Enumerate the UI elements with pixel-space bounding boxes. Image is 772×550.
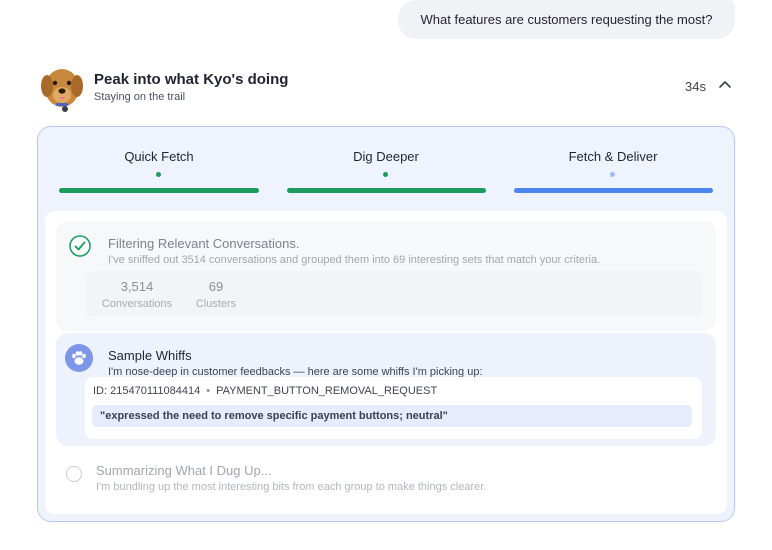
task-title: Summarizing What I Dug Up... [96,463,272,478]
user-message-bubble: What features are customers requesting t… [398,0,735,39]
task-card-sample-whiffs: Sample Whiffs I'm nose-deep in customer … [56,333,716,446]
step-indicator-dot [156,172,161,177]
task-title: Filtering Relevant Conversations. [108,236,300,251]
task-description: I've sniffed out 3514 conversations and … [108,254,601,266]
sample-tag: PAYMENT_BUTTON_REMOVAL_REQUEST [216,385,438,397]
stat-value: 3,514 [120,279,154,294]
task-card-filtering: Filtering Relevant Conversations. I've s… [56,221,716,331]
task-title: Sample Whiffs [108,348,192,363]
step-indicator-dot [383,172,388,177]
meta-separator: • [206,385,211,397]
stats-box: 3,514 Conversations 69 Clusters [85,271,702,317]
task-description: I'm bundling up the most interesting bit… [96,481,487,493]
progress-panel: Quick Fetch Dig Deeper Fetch & Deliver F… [37,126,735,522]
sample-feedback-item[interactable]: ID: 215470111084414 • PAYMENT_BUTTON_REMOV… [85,377,702,439]
dog-avatar-icon [40,64,84,112]
check-circle-icon [69,235,91,257]
agent-subtitle: Staying on the trail [94,91,186,103]
sample-id: ID: 215470111084414 [93,385,201,397]
stat-label: Clusters [195,298,237,310]
step-fetch-deliver[interactable]: Fetch & Deliver [513,149,713,164]
stat-conversations: 3,514 Conversations [101,279,173,310]
elapsed-time: 34s [685,79,706,94]
stat-value: 69 [208,279,224,294]
step-progress-bar [514,188,713,193]
sample-meta: ID: 215470111084414 • PAYMENT_BUTTON_REMOV… [93,385,437,397]
task-list: Filtering Relevant Conversations. I've s… [45,211,727,514]
agent-title: Peak into what Kyo's doing [94,71,289,88]
paw-icon [65,344,93,372]
agent-header: Peak into what Kyo's doing Staying on th… [40,62,736,112]
stat-label: Conversations [101,298,173,310]
sample-quote: "expressed the need to remove specific p… [92,405,692,427]
user-message-text: What features are customers requesting t… [420,12,713,27]
stat-clusters: 69 Clusters [191,279,241,310]
step-dig-deeper[interactable]: Dig Deeper [286,149,486,164]
step-progress-bar [287,188,486,193]
step-progress-bar [59,188,259,193]
step-quick-fetch[interactable]: Quick Fetch [59,149,259,164]
step-indicator-dot [610,172,615,177]
pending-circle-icon [66,466,82,482]
chevron-up-icon[interactable] [718,76,732,92]
